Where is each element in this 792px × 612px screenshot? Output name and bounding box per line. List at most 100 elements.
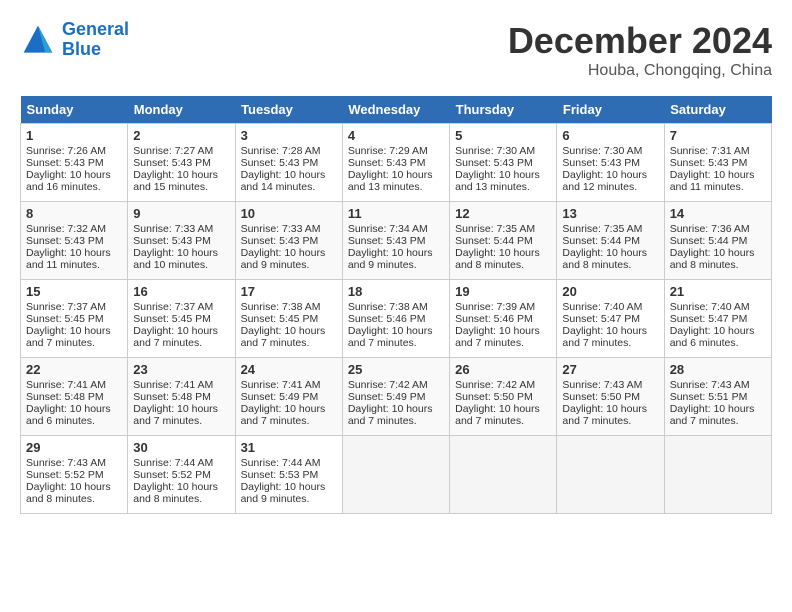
calendar-cell: 16Sunrise: 7:37 AMSunset: 5:45 PMDayligh… (128, 280, 235, 358)
day-number: 20 (562, 284, 658, 299)
day-number: 5 (455, 128, 551, 143)
daylight-label: Daylight: 10 hours and 14 minutes. (241, 169, 326, 193)
calendar-cell: 11Sunrise: 7:34 AMSunset: 5:43 PMDayligh… (342, 202, 449, 280)
day-number: 6 (562, 128, 658, 143)
day-number: 3 (241, 128, 337, 143)
calendar-cell: 9Sunrise: 7:33 AMSunset: 5:43 PMDaylight… (128, 202, 235, 280)
sunrise-label: Sunrise: 7:38 AM (241, 301, 321, 313)
sunrise-label: Sunrise: 7:44 AM (133, 457, 213, 469)
day-number: 9 (133, 206, 229, 221)
calendar-cell: 10Sunrise: 7:33 AMSunset: 5:43 PMDayligh… (235, 202, 342, 280)
calendar-cell: 4Sunrise: 7:29 AMSunset: 5:43 PMDaylight… (342, 124, 449, 202)
logo-text: General Blue (62, 20, 129, 60)
sunset-label: Sunset: 5:46 PM (455, 313, 533, 325)
daylight-label: Daylight: 10 hours and 15 minutes. (133, 169, 218, 193)
sunset-label: Sunset: 5:50 PM (562, 391, 640, 403)
sunrise-label: Sunrise: 7:27 AM (133, 145, 213, 157)
col-sunday: Sunday (21, 96, 128, 124)
sunset-label: Sunset: 5:43 PM (348, 157, 426, 169)
daylight-label: Daylight: 10 hours and 7 minutes. (133, 325, 218, 349)
calendar-row: 15Sunrise: 7:37 AMSunset: 5:45 PMDayligh… (21, 280, 772, 358)
calendar-cell: 24Sunrise: 7:41 AMSunset: 5:49 PMDayligh… (235, 358, 342, 436)
calendar-cell: 31Sunrise: 7:44 AMSunset: 5:53 PMDayligh… (235, 436, 342, 514)
calendar-cell (342, 436, 449, 514)
col-saturday: Saturday (664, 96, 771, 124)
calendar-cell: 25Sunrise: 7:42 AMSunset: 5:49 PMDayligh… (342, 358, 449, 436)
day-number: 15 (26, 284, 122, 299)
calendar-table: Sunday Monday Tuesday Wednesday Thursday… (20, 96, 772, 514)
sunset-label: Sunset: 5:43 PM (26, 157, 104, 169)
col-wednesday: Wednesday (342, 96, 449, 124)
calendar-cell: 27Sunrise: 7:43 AMSunset: 5:50 PMDayligh… (557, 358, 664, 436)
sunset-label: Sunset: 5:49 PM (241, 391, 319, 403)
sunset-label: Sunset: 5:52 PM (133, 469, 211, 481)
calendar-cell: 22Sunrise: 7:41 AMSunset: 5:48 PMDayligh… (21, 358, 128, 436)
sunset-label: Sunset: 5:44 PM (455, 235, 533, 247)
title-block: December 2024 Houba, Chongqing, China (508, 20, 772, 80)
sunrise-label: Sunrise: 7:39 AM (455, 301, 535, 313)
day-number: 13 (562, 206, 658, 221)
day-number: 22 (26, 362, 122, 377)
day-number: 26 (455, 362, 551, 377)
sunset-label: Sunset: 5:47 PM (670, 313, 748, 325)
daylight-label: Daylight: 10 hours and 8 minutes. (562, 247, 647, 271)
calendar-cell: 19Sunrise: 7:39 AMSunset: 5:46 PMDayligh… (450, 280, 557, 358)
daylight-label: Daylight: 10 hours and 12 minutes. (562, 169, 647, 193)
daylight-label: Daylight: 10 hours and 9 minutes. (348, 247, 433, 271)
calendar-cell: 2Sunrise: 7:27 AMSunset: 5:43 PMDaylight… (128, 124, 235, 202)
sunset-label: Sunset: 5:45 PM (26, 313, 104, 325)
sunset-label: Sunset: 5:47 PM (562, 313, 640, 325)
sunset-label: Sunset: 5:52 PM (26, 469, 104, 481)
sunrise-label: Sunrise: 7:26 AM (26, 145, 106, 157)
day-number: 10 (241, 206, 337, 221)
daylight-label: Daylight: 10 hours and 8 minutes. (455, 247, 540, 271)
daylight-label: Daylight: 10 hours and 8 minutes. (26, 481, 111, 505)
col-tuesday: Tuesday (235, 96, 342, 124)
sunset-label: Sunset: 5:51 PM (670, 391, 748, 403)
sunrise-label: Sunrise: 7:36 AM (670, 223, 750, 235)
sunset-label: Sunset: 5:48 PM (26, 391, 104, 403)
daylight-label: Daylight: 10 hours and 7 minutes. (133, 403, 218, 427)
day-number: 12 (455, 206, 551, 221)
sunset-label: Sunset: 5:43 PM (133, 235, 211, 247)
sunrise-label: Sunrise: 7:30 AM (455, 145, 535, 157)
calendar-cell (664, 436, 771, 514)
logo: General Blue (20, 20, 129, 60)
sunset-label: Sunset: 5:49 PM (348, 391, 426, 403)
day-number: 19 (455, 284, 551, 299)
calendar-cell: 5 Sunrise: 7:30 AMSunset: 5:43 PMDaylight… (450, 124, 557, 202)
day-number: 30 (133, 440, 229, 455)
calendar-cell: 15Sunrise: 7:37 AMSunset: 5:45 PMDayligh… (21, 280, 128, 358)
daylight-label: Daylight: 10 hours and 16 minutes. (26, 169, 111, 193)
sunset-label: Sunset: 5:45 PM (133, 313, 211, 325)
daylight-label: Daylight: 10 hours and 7 minutes. (348, 403, 433, 427)
day-number: 28 (670, 362, 766, 377)
day-number: 8 (26, 206, 122, 221)
daylight-label: Daylight: 10 hours and 13 minutes. (455, 169, 540, 193)
calendar-cell: 13Sunrise: 7:35 AMSunset: 5:44 PMDayligh… (557, 202, 664, 280)
day-number: 17 (241, 284, 337, 299)
sunset-label: Sunset: 5:43 PM (455, 157, 533, 169)
sunset-label: Sunset: 5:43 PM (241, 235, 319, 247)
daylight-label: Daylight: 10 hours and 7 minutes. (26, 325, 111, 349)
daylight-label: Daylight: 10 hours and 9 minutes. (241, 247, 326, 271)
sunrise-label: Sunrise: 7:31 AM (670, 145, 750, 157)
col-thursday: Thursday (450, 96, 557, 124)
calendar-cell: 17Sunrise: 7:38 AMSunset: 5:45 PMDayligh… (235, 280, 342, 358)
day-number: 4 (348, 128, 444, 143)
calendar-cell: 21Sunrise: 7:40 AMSunset: 5:47 PMDayligh… (664, 280, 771, 358)
sunset-label: Sunset: 5:48 PM (133, 391, 211, 403)
calendar-cell: 7Sunrise: 7:31 AMSunset: 5:43 PMDaylight… (664, 124, 771, 202)
calendar-cell: 28Sunrise: 7:43 AMSunset: 5:51 PMDayligh… (664, 358, 771, 436)
sunset-label: Sunset: 5:43 PM (241, 157, 319, 169)
sunset-label: Sunset: 5:46 PM (348, 313, 426, 325)
month-title: December 2024 (508, 20, 772, 62)
sunrise-label: Sunrise: 7:43 AM (562, 379, 642, 391)
sunrise-label: Sunrise: 7:33 AM (133, 223, 213, 235)
sunset-label: Sunset: 5:43 PM (133, 157, 211, 169)
daylight-label: Daylight: 10 hours and 8 minutes. (133, 481, 218, 505)
day-number: 21 (670, 284, 766, 299)
location: Houba, Chongqing, China (508, 62, 772, 80)
sunset-label: Sunset: 5:50 PM (455, 391, 533, 403)
day-number: 29 (26, 440, 122, 455)
